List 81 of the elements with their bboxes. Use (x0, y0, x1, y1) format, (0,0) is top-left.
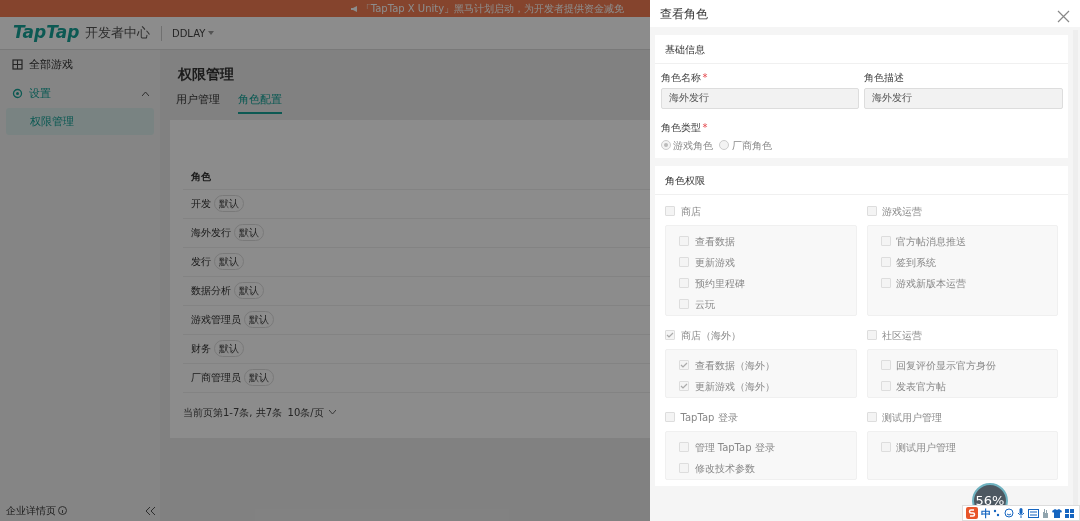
page-size-select[interactable]: 10条/页 (287, 404, 337, 420)
checkbox[interactable] (880, 257, 891, 268)
checkbox-label: 修改技术参数 (694, 461, 755, 476)
checkbox[interactable] (665, 330, 675, 341)
tab[interactable]: 用户管理 (175, 92, 220, 114)
caret-down-icon (208, 31, 215, 35)
megaphone-icon (350, 4, 358, 13)
field-label: 角色描述 (864, 70, 906, 85)
checkbox-label: 测试用户管理 (896, 440, 956, 455)
emoji-icon (1004, 508, 1014, 518)
checkbox-label: 云玩 (694, 297, 715, 312)
grid-icon (1064, 508, 1074, 518)
caret-down-icon (329, 410, 337, 414)
punctuation-icon (993, 508, 1002, 518)
banner-text: 「TapTap X Unity」黑马计划启动，为开发者提供资金减免 (360, 2, 625, 16)
logo[interactable]: TapTap (13, 20, 80, 46)
column-header: 角色 (191, 169, 211, 184)
checkbox[interactable] (679, 442, 689, 453)
radio-label: 游戏角色 (673, 138, 714, 153)
checkbox[interactable] (679, 278, 689, 289)
checkbox-label: 游戏运营 (882, 204, 922, 219)
microphone-icon (1016, 508, 1025, 518)
table-cell-text: 游戏管理员 (191, 313, 241, 327)
table-cell-text: 财务 (191, 342, 211, 356)
checkbox[interactable] (679, 381, 689, 392)
checkbox[interactable] (866, 412, 877, 423)
checkbox[interactable] (679, 257, 689, 268)
checkbox[interactable] (866, 206, 877, 217)
checkbox[interactable] (665, 412, 675, 423)
checkbox-label: 测试用户管理 (882, 410, 942, 425)
checkbox[interactable] (665, 206, 675, 217)
checkbox-label: TapTap 登录 (680, 410, 738, 425)
checkbox[interactable] (679, 463, 689, 474)
table-cell-text: 发行 (191, 255, 211, 269)
checkbox-label: 游戏新版本运营 (896, 276, 966, 291)
checkbox-label: 管理 TapTap 登录 (694, 440, 775, 455)
checkbox-label: 官方帖消息推送 (896, 234, 966, 249)
checkbox[interactable] (679, 360, 689, 371)
shirt-icon (1052, 508, 1062, 518)
grid-icon (12, 59, 23, 70)
checkbox-label: 查看数据 (694, 234, 735, 249)
section-title: 基础信息 (655, 35, 1068, 64)
checkbox[interactable] (679, 299, 689, 310)
sidebar-item[interactable]: 全部游戏 (0, 50, 160, 79)
section-title: 角色权限 (655, 166, 1068, 195)
keyboard-icon (1027, 508, 1039, 518)
field-label: 角色名称 * (660, 70, 709, 85)
table-cell-text: 数据分析 (191, 284, 231, 298)
checkbox-label: 发表官方帖 (896, 379, 946, 394)
checkbox-label: 更新游戏（海外） (694, 379, 775, 394)
table-cell-text: 厂商管理员 (191, 371, 241, 385)
checkbox-label: 查看数据（海外） (694, 358, 775, 373)
checkbox-label: 预约里程碑 (694, 276, 745, 291)
page-title: 权限管理 (178, 66, 234, 82)
checkbox[interactable] (880, 278, 891, 289)
site-subtitle: 开发者中心 (84, 24, 150, 43)
checkbox[interactable] (866, 330, 877, 341)
checkbox[interactable] (880, 381, 891, 392)
checkbox[interactable] (880, 442, 891, 453)
input-mode-toggle[interactable]: 中 (980, 505, 991, 521)
checkbox-label: 社区运营 (882, 328, 922, 343)
checkbox-label: 更新游戏 (694, 255, 735, 270)
checkbox[interactable] (880, 236, 891, 247)
radio-button[interactable] (718, 140, 729, 150)
field-label: 角色类型 * (660, 120, 709, 135)
checkbox-label: 商店（海外） (680, 328, 741, 343)
pagination-summary: 当前页第1-7条, 共7条 (183, 405, 283, 420)
checkbox[interactable] (679, 236, 689, 247)
radio-label: 厂商角色 (731, 138, 772, 153)
checkbox[interactable] (880, 360, 891, 371)
checkbox-label: 回复评价显示官方身份 (896, 358, 996, 373)
checkbox-label: 签到系统 (896, 255, 936, 270)
table-cell-text: 海外发行 (191, 226, 231, 240)
collapse-icon (145, 506, 155, 515)
account-name[interactable]: DDLAY (171, 25, 206, 41)
table-cell-text: 开发 (191, 197, 211, 211)
drawer-title: 查看角色 (660, 5, 708, 23)
info-icon (58, 506, 68, 516)
radio-button[interactable] (660, 140, 671, 150)
checkbox-label: 商店 (680, 204, 701, 219)
footer-link[interactable]: 企业详情页 (5, 503, 56, 519)
